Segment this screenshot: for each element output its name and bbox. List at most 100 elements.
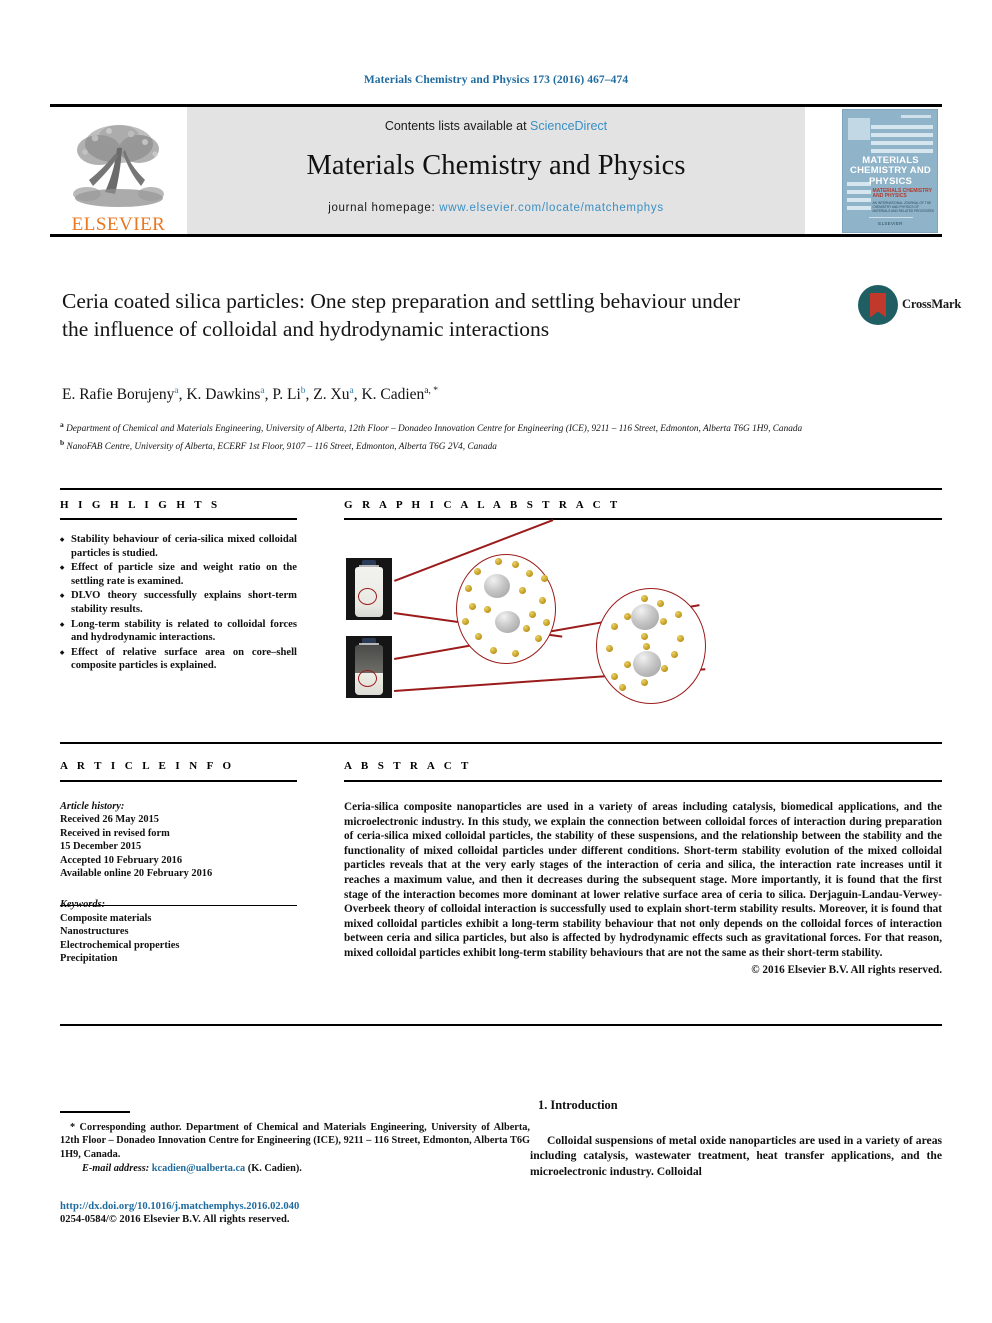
contents-line: Contents lists available at ScienceDirec… [385, 119, 607, 133]
magnified-view-coreshell [596, 588, 706, 704]
ceria-nanoparticle [465, 585, 472, 592]
ceria-shell-nanoparticle [624, 613, 631, 620]
history-item: 15 December 2015 [60, 841, 142, 853]
affiliation-text: Department of Chemical and Materials Eng… [66, 424, 803, 435]
email-suffix: (K. Cadien). [247, 1162, 302, 1174]
ceria-shell-nanoparticle [643, 643, 650, 650]
article-info-section: A R T I C L E I N F O Article history: R… [60, 760, 297, 965]
silica-particle [484, 574, 510, 598]
ceria-nanoparticle [462, 618, 469, 625]
abstract-rule [344, 780, 942, 782]
introduction-paragraph: Colloidal suspensions of metal oxide nan… [530, 1134, 942, 1178]
elsevier-tree-icon [72, 125, 164, 207]
cover-footer: ELSEVIER [878, 220, 903, 226]
author-affil-mark: a, * [424, 386, 439, 396]
ceria-nanoparticle [539, 597, 546, 604]
ceria-shell-nanoparticle [624, 661, 631, 668]
author-name: P. Li [272, 386, 301, 404]
ceria-nanoparticle [535, 635, 542, 642]
keywords-block: Keywords: Composite materials Nanostruct… [60, 898, 297, 965]
ceria-shell-nanoparticle [675, 611, 682, 618]
vial-callout-ring [358, 588, 377, 605]
footnote-separator-rule [60, 1111, 130, 1113]
elsevier-logo: ELSEVIER [50, 107, 187, 234]
silica-core-particle [631, 604, 659, 630]
introduction-column: 1. Introduction Colloidal suspensions of… [530, 1098, 942, 1179]
history-item: Received 26 May 2015 [60, 814, 159, 826]
graphical-abstract-rule [344, 518, 942, 520]
highlights-heading: H I G H L I G H T S [60, 499, 221, 511]
list-item: Effect of relative surface area on core–… [60, 646, 297, 673]
ceria-nanoparticle [484, 606, 491, 613]
affiliation-list: a Department of Chemical and Materials E… [60, 418, 890, 455]
abstract-text: Ceria-silica composite nanoparticles are… [344, 801, 942, 959]
keyword-item: Composite materials [60, 912, 152, 924]
ceria-shell-nanoparticle [641, 595, 648, 602]
ceria-nanoparticle [523, 625, 530, 632]
affiliation-item: b NanoFAB Centre, University of Alberta,… [60, 436, 890, 454]
graphical-abstract-heading: G R A P H I C A L A B S T R A C T [344, 499, 621, 511]
keyword-item: Electrochemical properties [60, 939, 180, 951]
silica-particle [495, 611, 520, 633]
ceria-shell-nanoparticle [641, 633, 648, 640]
cover-publisher-mark [847, 117, 870, 140]
ceria-nanoparticle [541, 575, 548, 582]
email-link[interactable]: kcadien@ualberta.ca [152, 1163, 245, 1174]
silica-core-particle [633, 651, 661, 677]
email-label: E-mail address: [82, 1162, 150, 1174]
masthead-bottom-rule [50, 234, 942, 237]
keywords-rule [60, 905, 297, 906]
list-item: DLVO theory successfully explains short-… [60, 589, 297, 616]
vial-photo-settled [346, 636, 392, 698]
sciencedirect-link[interactable]: ScienceDirect [530, 119, 607, 133]
journal-title: Materials Chemistry and Physics [306, 150, 686, 181]
email-note: E-mail address: kcadien@ualberta.ca (K. … [60, 1162, 530, 1175]
cover-smalltext: AN INTERNATIONAL JOURNAL OF THE CHEMISTR… [872, 200, 934, 213]
author-affil-mark: a [260, 386, 265, 396]
author-list: E. Rafie Borujenya, K. Dawkinsa, P. Lib,… [62, 386, 439, 404]
corresponding-author-note: * Corresponding author. Department of Ch… [60, 1122, 530, 1160]
history-item: Received in revised form [60, 827, 170, 839]
affiliation-mark: b [60, 438, 65, 448]
keyword-item: Nanostructures [60, 926, 129, 938]
article-info-rule [60, 780, 297, 782]
ceria-nanoparticle [526, 570, 533, 577]
doi-link[interactable]: http://dx.doi.org/10.1016/j.matchemphys.… [60, 1201, 530, 1212]
bookmark-ribbon-icon [870, 292, 886, 318]
ceria-shell-nanoparticle [611, 673, 618, 680]
affiliation-item: a Department of Chemical and Materials E… [60, 418, 890, 436]
keyword-item: Precipitation [60, 953, 118, 965]
cover-footer-rule [868, 216, 913, 218]
ceria-shell-nanoparticle [606, 645, 613, 652]
crossmark-icon [858, 285, 898, 325]
author-name: Z. Xu [313, 386, 350, 404]
ceria-nanoparticle [469, 603, 476, 610]
ceria-shell-nanoparticle [611, 623, 618, 630]
elsevier-wordmark: ELSEVIER [71, 214, 166, 235]
crossmark-badge[interactable]: CrossMark [858, 283, 961, 329]
article-info-heading: A R T I C L E I N F O [60, 760, 235, 772]
author-name: K. Dawkins [186, 386, 261, 404]
band-top-rule [60, 488, 942, 490]
vial-callout-ring [358, 670, 377, 687]
history-item: Available online 20 February 2016 [60, 868, 213, 880]
highlights-list: Stability behaviour of ceria-silica mixe… [60, 533, 297, 673]
ceria-nanoparticle [512, 561, 519, 568]
abstract-section: A B S T R A C T Ceria-silica composite n… [344, 760, 942, 977]
article-history-label: Article history: [60, 801, 125, 812]
affiliation-text: NanoFAB Centre, University of Alberta, E… [66, 442, 497, 453]
footnote-column: * Corresponding author. Department of Ch… [60, 1111, 530, 1225]
crossmark-label: CrossMark [902, 297, 962, 311]
history-item: Accepted 10 February 2016 [60, 854, 183, 866]
ceria-nanoparticle [495, 558, 502, 565]
ceria-nanoparticle [543, 619, 550, 626]
author-affil-mark: a [174, 386, 179, 396]
journal-homepage-link[interactable]: www.elsevier.com/locate/matchemphys [439, 202, 664, 214]
ceria-shell-nanoparticle [660, 618, 667, 625]
ceria-nanoparticle [474, 568, 481, 575]
vial-photo-milky [346, 558, 392, 620]
list-item: Stability behaviour of ceria-silica mixe… [60, 533, 297, 560]
ceria-nanoparticle [529, 611, 536, 618]
ceria-shell-nanoparticle [657, 600, 664, 607]
article-history: Article history: Received 26 May 2015 Re… [60, 800, 297, 880]
